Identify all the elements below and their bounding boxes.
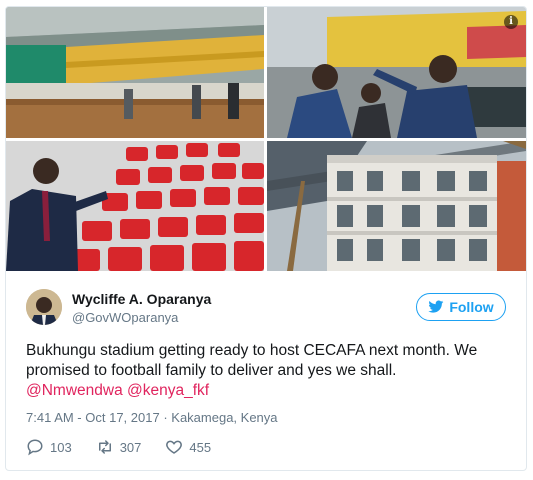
like-count: 455	[189, 439, 212, 455]
reply-button[interactable]: 103	[26, 438, 72, 456]
heart-icon	[166, 440, 183, 454]
red-seats-photo[interactable]	[6, 141, 264, 271]
officials-pointing-photo[interactable]: i	[267, 7, 526, 138]
tweet-text-line: promised to football family to deliver a…	[26, 362, 397, 379]
tweet-text: Bukhungu stadium getting ready to host C…	[26, 341, 510, 401]
tweet-actions: 103 307 455	[26, 437, 235, 457]
follow-label: Follow	[449, 299, 494, 315]
retweet-count: 307	[119, 439, 142, 455]
tweet-card: i Wycliffe A. Oparanya @GovWOparanya Fol…	[5, 6, 527, 471]
timestamp[interactable]: 7:41 AM - Oct 17, 2017	[26, 410, 160, 425]
tweet-header: Wycliffe A. Oparanya @GovWOparanya Follo…	[26, 289, 506, 333]
bird-icon	[428, 300, 444, 313]
retweet-button[interactable]: 307	[96, 438, 142, 456]
author-handle[interactable]: @GovWOparanya	[72, 310, 178, 325]
reply-icon	[27, 439, 43, 456]
retweet-icon	[98, 440, 111, 454]
tweet-text-line: Bukhungu stadium getting ready to host C…	[26, 342, 478, 359]
follow-button[interactable]: Follow	[416, 293, 506, 321]
reply-count: 103	[50, 439, 72, 455]
tweet-meta: 7:41 AM - Oct 17, 2017 · Kakamega, Kenya	[26, 410, 278, 425]
stadium-stands-photo[interactable]	[6, 7, 264, 138]
location[interactable]: Kakamega, Kenya	[171, 410, 277, 425]
stadium-building-photo[interactable]	[267, 141, 526, 271]
author-name[interactable]: Wycliffe A. Oparanya	[72, 291, 211, 307]
mention-link[interactable]: @Nmwendwa	[26, 382, 123, 399]
info-icon[interactable]: i	[504, 15, 518, 29]
like-button[interactable]: 455	[165, 438, 211, 456]
photo-grid: i	[6, 7, 526, 271]
mention-link[interactable]: @kenya_fkf	[127, 382, 209, 399]
avatar[interactable]	[26, 289, 62, 325]
